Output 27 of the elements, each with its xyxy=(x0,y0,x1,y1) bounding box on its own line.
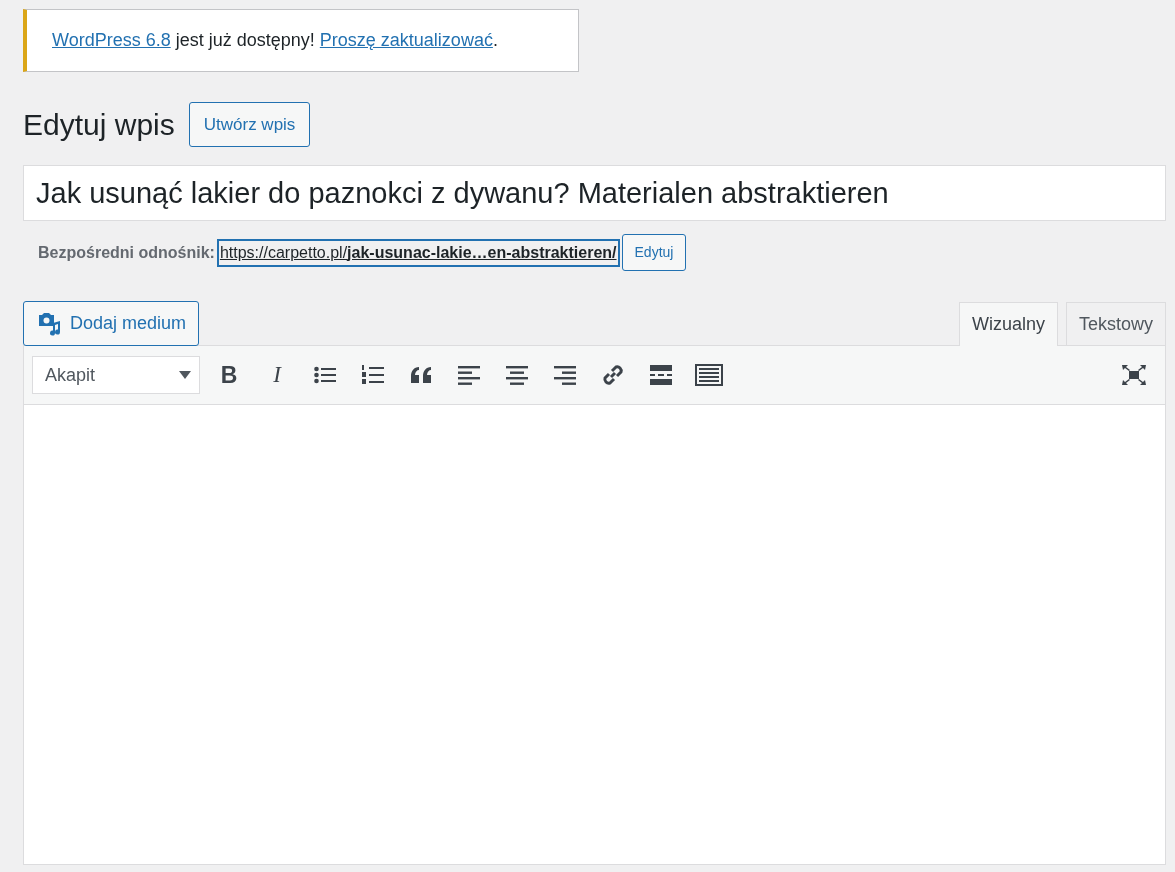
italic-button[interactable]: I xyxy=(254,355,300,395)
bulleted-list-icon[interactable] xyxy=(314,366,336,384)
permalink-label: Bezpośredni odnośnik: xyxy=(38,242,215,263)
page-title: Edytuj wpis xyxy=(23,106,175,143)
media-icon xyxy=(36,311,62,336)
keyboard-icon[interactable] xyxy=(695,364,723,386)
caret-icon xyxy=(179,371,191,379)
quote-icon[interactable] xyxy=(409,366,433,384)
permalink-link[interactable]: https://carpetto.pl/jak-usunac-lakie…en-abstraktieren/ xyxy=(216,238,620,267)
numbered-list-icon[interactable] xyxy=(362,365,384,385)
edit-permalink-button[interactable]: Edytuj xyxy=(621,234,687,271)
editor-tab[interactable]: Tekstowy xyxy=(1065,302,1166,345)
read-more-icon[interactable] xyxy=(650,365,672,385)
align-center-icon[interactable] xyxy=(506,365,528,385)
editor-tab[interactable]: Wizualny xyxy=(958,302,1058,346)
link-icon[interactable] xyxy=(600,362,626,388)
new-post-button[interactable]: Utwórz wpis xyxy=(188,102,311,147)
fullscreen-icon[interactable] xyxy=(1122,365,1146,385)
notice-link[interactable]: WordPress 6.8 xyxy=(52,30,171,50)
align-right-icon[interactable] xyxy=(554,365,576,385)
notice-link[interactable]: Proszę zaktualizować xyxy=(319,30,493,50)
update-notice-text: WordPress 6.8 jest już dostępny! Proszę zaktualizować. xyxy=(52,29,498,52)
post-title-field[interactable]: Jak usunąć lakier do paznokci z dywanu? Materialen abstraktieren xyxy=(23,165,1166,221)
format-select[interactable]: Akapit xyxy=(32,356,200,394)
add-media-button[interactable]: Dodaj medium xyxy=(23,301,200,346)
bold-button[interactable]: B xyxy=(206,355,252,395)
align-left-icon[interactable] xyxy=(458,365,480,385)
